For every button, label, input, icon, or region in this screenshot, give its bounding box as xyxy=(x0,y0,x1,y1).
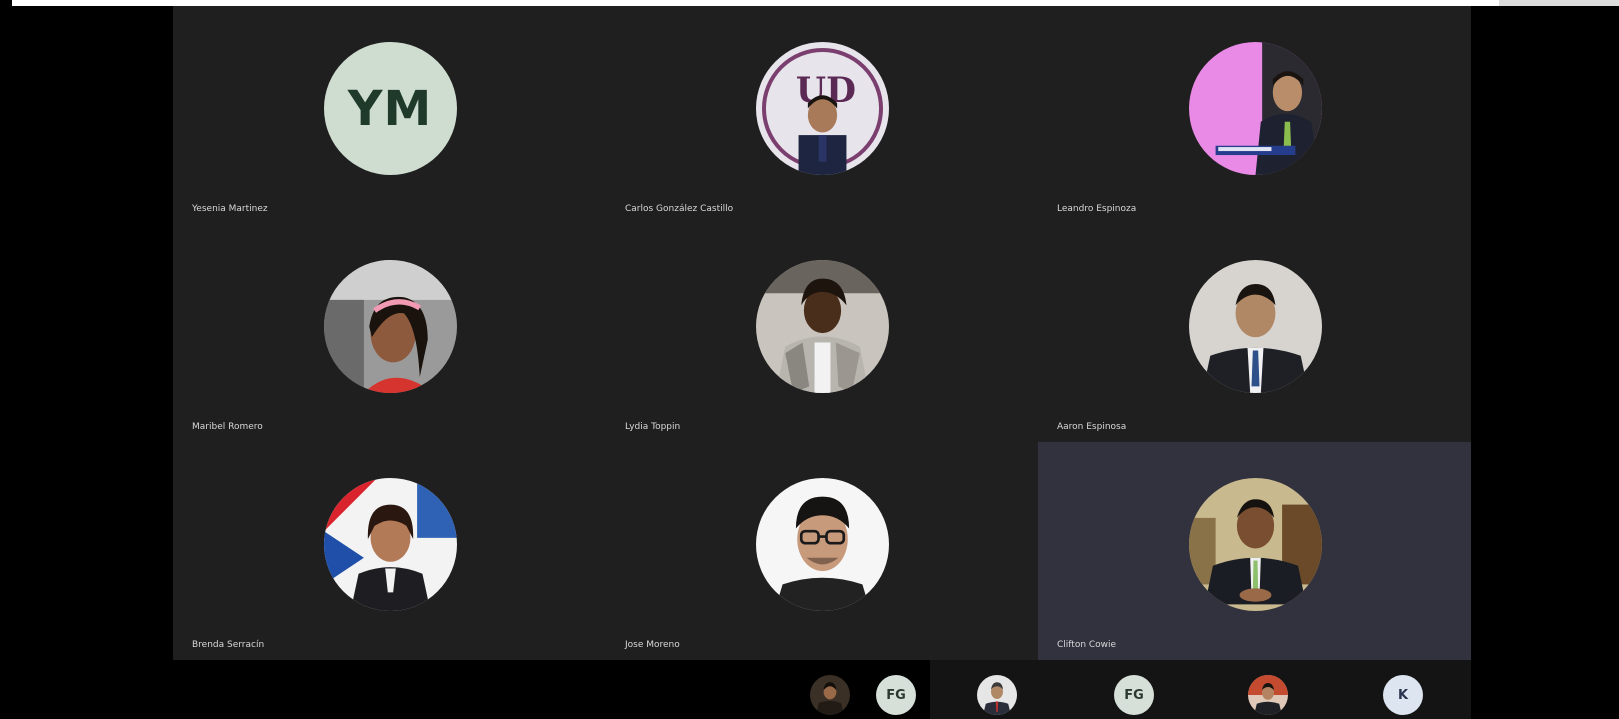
strip-avatar[interactable] xyxy=(810,675,850,715)
participant-name: Leandro Espinoza xyxy=(1057,204,1137,214)
avatar-initials: FG xyxy=(1124,687,1144,703)
avatar-photo xyxy=(323,260,457,393)
avatar-photo xyxy=(1188,478,1322,611)
avatar-photo xyxy=(977,675,1017,715)
strip-avatar[interactable] xyxy=(1248,675,1288,715)
participant-tile-active[interactable]: Clifton Cowie xyxy=(1038,442,1471,660)
participant-tile[interactable]: Leandro Espinoza xyxy=(1038,6,1471,224)
avatar-initials: YM xyxy=(347,80,433,137)
participant-tile[interactable]: Jose Moreno xyxy=(606,442,1038,660)
participant-tile[interactable]: Aaron Espinosa xyxy=(1038,224,1471,442)
avatar-photo xyxy=(756,260,889,393)
participant-name: Brenda Serracín xyxy=(192,640,265,650)
participant-name: Jose Moreno xyxy=(625,640,680,650)
participant-name: Yesenia Martinez xyxy=(192,204,268,214)
participant-name: Carlos González Castillo xyxy=(625,204,734,214)
avatar-photo xyxy=(756,478,889,611)
participant-strip: FG FG K xyxy=(0,660,1619,719)
avatar xyxy=(1188,478,1322,611)
avatar xyxy=(323,478,457,611)
strip-avatar-initials[interactable]: FG xyxy=(876,675,916,715)
avatar: YM xyxy=(323,42,457,175)
avatar: UD xyxy=(756,42,889,175)
avatar-photo xyxy=(810,675,850,715)
participant-name: Clifton Cowie xyxy=(1057,640,1117,650)
avatar-photo xyxy=(1188,42,1322,175)
participant-name: Aaron Espinosa xyxy=(1057,422,1127,432)
participant-name: Lydia Toppin xyxy=(625,422,681,432)
avatar-initials: K xyxy=(1397,687,1409,703)
strip-avatar-initials[interactable]: FG xyxy=(1114,675,1154,715)
avatar xyxy=(1188,260,1322,393)
avatar xyxy=(756,478,889,611)
participant-tile[interactable]: UD Carlos González Castillo xyxy=(606,6,1038,224)
avatar-photo: UD xyxy=(756,42,889,175)
avatar xyxy=(756,260,889,393)
avatar-photo xyxy=(323,478,457,611)
avatar xyxy=(1188,42,1322,175)
strip-avatar[interactable] xyxy=(977,675,1017,715)
avatar-photo xyxy=(1248,675,1288,715)
participant-tile[interactable]: YM Yesenia Martinez xyxy=(173,6,606,224)
participant-tile[interactable]: Lydia Toppin xyxy=(606,224,1038,442)
strip-avatar-initials[interactable]: K xyxy=(1383,675,1423,715)
participant-tile[interactable]: Maribel Romero xyxy=(173,224,606,442)
top-edge-right xyxy=(1499,0,1619,6)
avatar-photo xyxy=(1188,260,1322,393)
participant-grid: YM Yesenia Martinez UD Carlos González C… xyxy=(173,6,1471,660)
avatar xyxy=(323,260,457,393)
participant-name: Maribel Romero xyxy=(192,422,263,432)
avatar-initials: FG xyxy=(886,687,906,703)
participant-tile[interactable]: Brenda Serracín xyxy=(173,442,606,660)
